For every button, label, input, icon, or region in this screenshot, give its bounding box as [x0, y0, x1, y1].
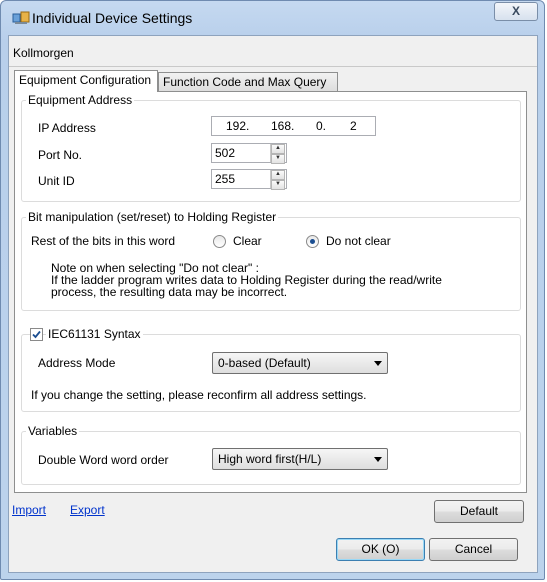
group-title: Equipment Address [26, 93, 135, 107]
ip-address-input[interactable]: 192. 168. 0. 2 [211, 116, 376, 136]
address-mode-value: 0-based (Default) [218, 356, 311, 370]
iec61131-group: IEC61131 Syntax Address Mode 0-based (De… [21, 327, 521, 412]
spin-up-icon[interactable]: ▲ [271, 170, 285, 180]
bit-manipulation-group: Bit manipulation (set/reset) to Holding … [21, 210, 521, 311]
device-name: Kollmorgen [13, 46, 74, 60]
double-word-order-select[interactable]: High word first(H/L) [212, 448, 388, 470]
unit-id-value: 255 [215, 172, 236, 186]
port-input[interactable]: 502 ▲ ▼ [211, 143, 287, 164]
iec61131-label[interactable]: IEC61131 Syntax [46, 327, 143, 341]
unit-id-label: Unit ID [38, 174, 75, 188]
ip-address-label: IP Address [38, 121, 96, 135]
ip-octet-3: 0. [316, 119, 327, 133]
note-line-3: process, the resulting data may be incor… [51, 285, 288, 299]
chevron-down-icon [374, 361, 382, 366]
tab-label: Equipment Configuration [19, 73, 152, 87]
tab-panel: Equipment Address IP Address 192. 168. 0… [14, 91, 527, 493]
port-value: 502 [215, 146, 236, 160]
spin-down-icon[interactable]: ▼ [271, 180, 285, 190]
variables-group: Variables Double Word word order High wo… [21, 424, 521, 485]
tab-label: Function Code and Max Query [163, 75, 327, 89]
clear-radio[interactable] [213, 235, 226, 248]
divider [9, 66, 537, 67]
cancel-button[interactable]: Cancel [429, 538, 518, 561]
chevron-down-icon [374, 457, 382, 462]
export-link[interactable]: Export [70, 503, 105, 517]
port-spinner[interactable]: ▲ ▼ [270, 144, 285, 164]
rest-of-bits-label: Rest of the bits in this word [31, 234, 176, 248]
equipment-address-group: Equipment Address IP Address 192. 168. 0… [21, 93, 521, 202]
ip-octet-4: 2 [350, 119, 357, 133]
window-title: Individual Device Settings [32, 10, 193, 26]
dialog-client-area: Kollmorgen Equipment Configuration Funct… [8, 35, 538, 573]
unit-id-spinner[interactable]: ▲ ▼ [270, 170, 285, 190]
group-title: Variables [26, 424, 80, 438]
group-title: Bit manipulation (set/reset) to Holding … [26, 210, 279, 224]
spin-up-icon[interactable]: ▲ [271, 144, 285, 154]
ok-button[interactable]: OK (O) [336, 538, 425, 561]
double-word-order-label: Double Word word order [38, 453, 169, 467]
reconfirm-warning: If you change the setting, please reconf… [31, 388, 367, 402]
tab-function-code[interactable]: Function Code and Max Query [158, 72, 338, 92]
ip-octet-1: 192. [226, 119, 250, 133]
tab-equipment-configuration[interactable]: Equipment Configuration [14, 70, 158, 92]
do-not-clear-radio[interactable] [306, 235, 319, 248]
address-mode-label: Address Mode [38, 356, 116, 370]
unit-id-input[interactable]: 255 ▲ ▼ [211, 169, 287, 190]
iec61131-checkbox[interactable] [30, 328, 43, 341]
app-icon [12, 11, 30, 25]
address-mode-select[interactable]: 0-based (Default) [212, 352, 388, 374]
port-label: Port No. [38, 148, 83, 162]
import-link[interactable]: Import [12, 503, 46, 517]
double-word-order-value: High word first(H/L) [218, 452, 322, 466]
clear-radio-label[interactable]: Clear [233, 234, 262, 248]
title-bar[interactable]: Individual Device Settings X [1, 1, 544, 35]
close-button[interactable]: X [494, 2, 538, 21]
ip-octet-2: 168. [271, 119, 295, 133]
check-icon [32, 330, 41, 339]
spin-down-icon[interactable]: ▼ [271, 154, 285, 164]
close-icon: X [511, 4, 520, 18]
default-button[interactable]: Default [434, 500, 524, 523]
do-not-clear-radio-label[interactable]: Do not clear [326, 234, 391, 248]
dialog-window: Individual Device Settings X Kollmorgen … [0, 0, 545, 580]
